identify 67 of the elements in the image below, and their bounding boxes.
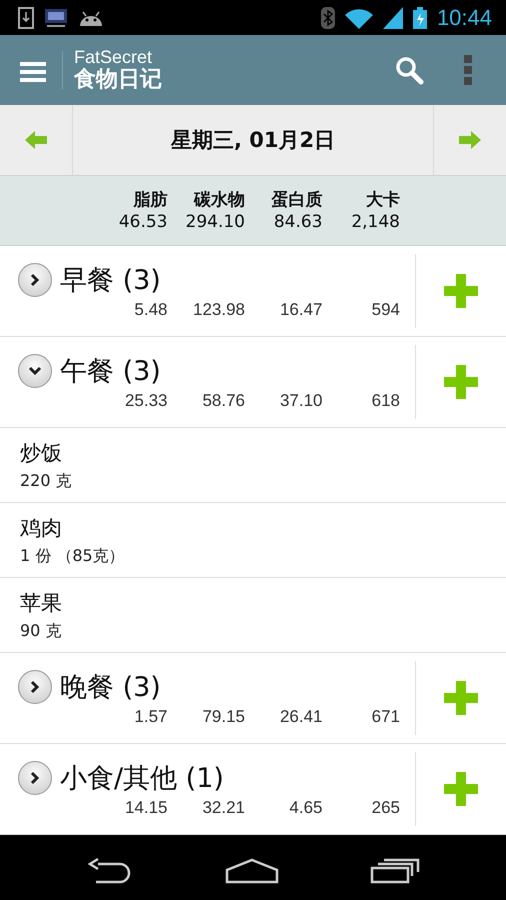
nutrient-value: 618 — [370, 391, 400, 411]
food-item[interactable]: 鸡肉 1 份 （85克） — [0, 503, 506, 578]
plus-icon — [444, 681, 478, 715]
nutrient-value: 16.47 — [278, 300, 322, 320]
nutrient-value: 4.65 — [288, 798, 322, 818]
nutrient-value: 79.15 — [201, 707, 245, 727]
food-name: 炒饭 — [20, 440, 63, 466]
meal-name[interactable]: 小食/其他 (1) — [60, 760, 224, 796]
plus-icon — [444, 772, 478, 806]
expand-toggle[interactable] — [18, 354, 52, 388]
food-name: 鸡肉 — [20, 514, 63, 542]
meal-name[interactable]: 晚餐 (3) — [60, 669, 161, 705]
nutrient-value: 25.33 — [124, 391, 168, 411]
food-name: 苹果 — [20, 590, 63, 616]
nutrient-value: 265 — [370, 798, 400, 818]
meal-name[interactable]: 早餐 (3) — [60, 262, 161, 298]
column-header: 脂肪 — [132, 188, 168, 210]
screen-title: 食物日记 — [74, 67, 163, 93]
expand-toggle[interactable] — [18, 761, 52, 795]
column-header: 大卡 — [365, 188, 400, 210]
right-arrow-icon — [459, 131, 481, 149]
home-icon — [224, 858, 279, 884]
nutrient-value: 594 — [370, 300, 400, 320]
status-time: 10:44 — [436, 4, 492, 30]
food-item[interactable]: 苹果 90 克 — [0, 578, 506, 653]
chevron-icon — [28, 680, 42, 694]
thumbnail-icon — [44, 6, 68, 28]
search-icon — [394, 55, 424, 85]
nutrient-value: 5.48 — [133, 300, 168, 320]
meal-name[interactable]: 午餐 (3) — [60, 353, 161, 389]
food-amount: 90 克 — [20, 620, 62, 642]
nutrient-value: 14.15 — [124, 798, 168, 818]
android-icon — [78, 10, 104, 26]
nutrient-value: 671 — [370, 707, 400, 727]
total-value: 46.53 — [118, 210, 168, 232]
nutrient-value: 37.10 — [278, 391, 322, 411]
total-value: 2,148 — [350, 210, 400, 232]
app-name: FatSecret — [74, 47, 154, 67]
more-icon — [464, 55, 472, 85]
download-icon — [18, 6, 34, 28]
nutrient-value: 26.41 — [278, 707, 322, 727]
bluetooth-icon — [320, 6, 335, 28]
nutrient-value: 123.98 — [192, 300, 245, 320]
food-item[interactable]: 炒饭 220 克 — [0, 428, 506, 503]
date-label: 星期三, 01月2日 — [72, 105, 434, 175]
nutrient-value: 1.57 — [133, 707, 168, 727]
food-amount: 220 克 — [20, 470, 73, 492]
chevron-icon — [28, 273, 42, 287]
chevron-icon — [28, 771, 42, 785]
total-value: 294.10 — [184, 210, 245, 232]
food-amount: 1 份 （85克） — [20, 546, 126, 566]
column-header: 蛋白质 — [270, 188, 322, 210]
expand-toggle[interactable] — [18, 263, 52, 297]
nutrient-value: 58.76 — [201, 391, 245, 411]
nutrient-value: 32.21 — [201, 798, 245, 818]
column-header: 碳水物 — [192, 188, 245, 210]
signal-icon — [382, 6, 403, 28]
total-value: 84.63 — [272, 210, 322, 232]
wifi-icon — [344, 6, 373, 28]
menu-icon — [20, 61, 46, 83]
left-arrow-icon — [25, 131, 47, 149]
plus-icon — [444, 365, 478, 399]
recent-apps-icon — [370, 858, 420, 884]
plus-icon — [444, 274, 478, 308]
expand-toggle[interactable] — [18, 670, 52, 704]
battery-icon — [412, 6, 427, 28]
chevron-icon — [28, 364, 42, 378]
